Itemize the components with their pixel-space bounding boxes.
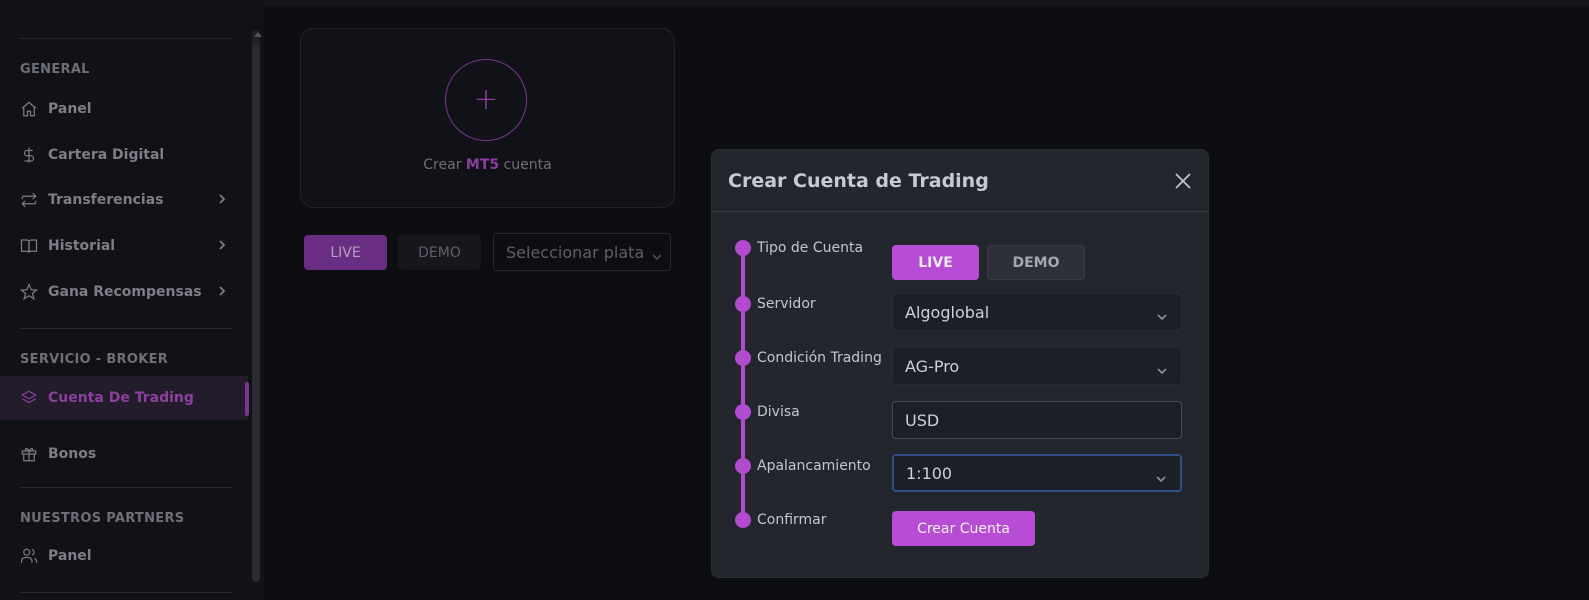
sidebar-item-bonus[interactable]: Bonos: [0, 432, 248, 476]
platform-select[interactable]: Seleccionar plata: [493, 233, 671, 271]
modal-title: Crear Cuenta de Trading: [728, 170, 989, 192]
step-dot: [735, 458, 751, 474]
sidebar-divider: [20, 328, 232, 329]
server-select-value: Algoglobal: [905, 302, 990, 322]
leverage-select[interactable]: 1:100: [892, 454, 1182, 492]
create-label-suffix: cuenta: [499, 157, 552, 173]
create-account-label: Crear MT5 cuenta: [301, 157, 674, 173]
step-label-server: Servidor: [757, 296, 816, 312]
sidebar-divider: [20, 592, 232, 593]
sidebar-item-wallet[interactable]: Cartera Digital: [0, 133, 248, 177]
account-type-demo-button[interactable]: DEMO: [987, 245, 1085, 280]
sidebar-item-history[interactable]: Historial: [0, 224, 248, 268]
create-label-mt5: MT5: [465, 157, 500, 173]
sidebar-item-label: Panel: [48, 101, 92, 117]
scroll-up-arrow-icon[interactable]: [254, 32, 262, 37]
leverage-select-value: 1:100: [906, 463, 953, 483]
home-icon: [20, 100, 38, 118]
sidebar-item-trading-account[interactable]: Cuenta De Trading: [0, 376, 248, 420]
step-label-account-type: Tipo de Cuenta: [757, 240, 864, 256]
sidebar-item-transfers[interactable]: Transferencias: [0, 178, 248, 222]
layers-icon: [20, 389, 38, 407]
sidebar-item-label: Cuenta De Trading: [48, 390, 194, 406]
step-dot: [735, 350, 751, 366]
filter-live-button[interactable]: LIVE: [304, 235, 387, 270]
sidebar-item-panel[interactable]: Panel: [0, 87, 248, 131]
step-dot: [735, 240, 751, 256]
plus-icon: +: [473, 82, 499, 117]
sidebar-item-label: Bonos: [48, 446, 97, 462]
create-mt5-account-card[interactable]: + Crear MT5 cuenta: [300, 28, 675, 208]
users-icon: [20, 547, 38, 565]
server-select[interactable]: Algoglobal: [892, 293, 1182, 331]
book-icon: [20, 237, 38, 255]
gift-icon: [20, 445, 38, 463]
step-dot: [735, 296, 751, 312]
scrollbar-thumb[interactable]: [252, 44, 260, 582]
trading-condition-value: AG-Pro: [905, 356, 960, 376]
filter-demo-button[interactable]: DEMO: [398, 235, 481, 270]
step-label-leverage: Apalancamiento: [757, 458, 871, 474]
step-dot: [735, 404, 751, 420]
step-label-currency: Divisa: [757, 404, 800, 420]
active-indicator: [245, 382, 249, 416]
platform-select-placeholder: Seleccionar plata: [506, 242, 645, 262]
transfer-icon: [20, 191, 38, 209]
chevron-right-icon: [216, 285, 228, 297]
dollar-icon: [20, 146, 38, 164]
section-title-broker: SERVICIO - BROKER: [20, 352, 169, 367]
close-button[interactable]: [1172, 170, 1194, 192]
sidebar-item-label: Gana Recompensas: [48, 284, 202, 300]
sidebar-item-rewards[interactable]: Gana Recompensas: [0, 270, 248, 314]
steps-timeline: [741, 248, 745, 520]
step-dot: [735, 512, 751, 528]
sidebar-scrollbar[interactable]: [252, 30, 260, 582]
top-bar: [264, 0, 1589, 6]
sidebar-item-partners-panel[interactable]: Panel: [0, 534, 248, 578]
chevron-right-icon: [216, 239, 228, 251]
sidebar-divider: [20, 38, 232, 39]
sidebar-item-label: Historial: [48, 238, 116, 254]
create-label-prefix: Crear: [423, 157, 466, 173]
chevron-down-icon: [1157, 361, 1167, 375]
chevron-down-icon: [1157, 307, 1167, 321]
create-trading-account-modal: Crear Cuenta de Trading Tipo de Cuenta L…: [711, 149, 1209, 578]
chevron-down-icon: [652, 247, 662, 261]
section-title-partners: NUESTROS PARTNERS: [20, 511, 185, 526]
create-account-button[interactable]: Crear Cuenta: [892, 511, 1035, 546]
chevron-down-icon: [1156, 469, 1166, 483]
section-title-general: GENERAL: [20, 62, 90, 77]
step-label-confirm: Confirmar: [757, 512, 827, 528]
trading-condition-select[interactable]: AG-Pro: [892, 347, 1182, 385]
sidebar-item-label: Cartera Digital: [48, 147, 165, 163]
chevron-right-icon: [216, 193, 228, 205]
step-label-condition: Condición Trading: [757, 350, 882, 366]
modal-header: Crear Cuenta de Trading: [712, 150, 1208, 212]
sidebar-item-label: Transferencias: [48, 192, 164, 208]
sidebar: GENERAL Panel Cartera Digital Transferen…: [0, 0, 264, 600]
sidebar-divider: [20, 487, 232, 488]
sidebar-item-label: Panel: [48, 548, 92, 564]
account-type-live-button[interactable]: LIVE: [892, 245, 979, 280]
star-icon: [20, 283, 38, 301]
currency-input[interactable]: [892, 401, 1182, 439]
plus-circle[interactable]: +: [445, 59, 527, 141]
close-icon: [1175, 173, 1191, 189]
